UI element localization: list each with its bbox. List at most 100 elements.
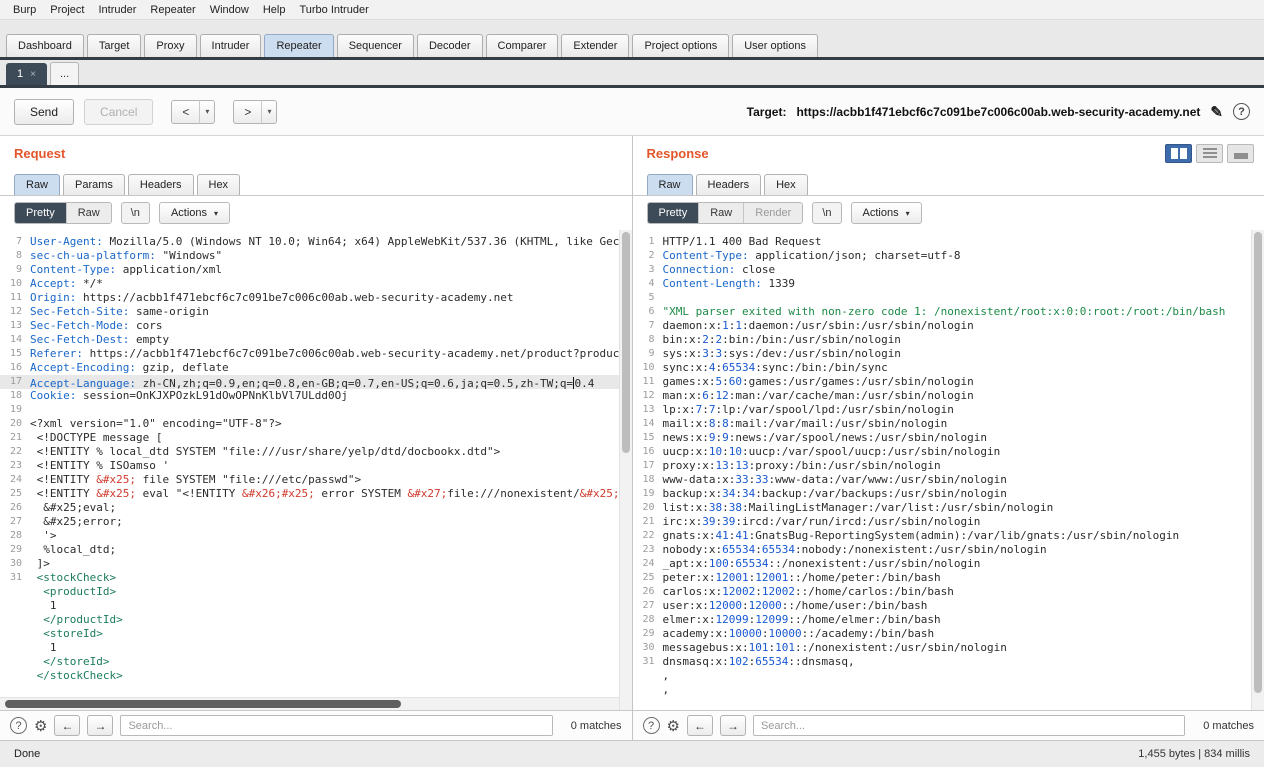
request-horizontal-scrollbar[interactable]	[0, 697, 619, 710]
search-settings-gear-icon[interactable]: ⚙	[34, 717, 47, 735]
res-tab-headers[interactable]: Headers	[696, 174, 762, 195]
search-help-icon[interactable]: ?	[643, 717, 660, 734]
menu-item-window[interactable]: Window	[203, 1, 256, 19]
menu-item-burp[interactable]: Burp	[6, 1, 43, 19]
response-actions-button[interactable]: Actions ▾	[851, 202, 922, 224]
res-view-render[interactable]: Render	[744, 203, 802, 223]
menu-item-project[interactable]: Project	[43, 1, 91, 19]
next-match-button[interactable]: →	[720, 715, 746, 736]
code-line: </productId>	[0, 613, 632, 627]
cancel-button[interactable]: Cancel	[84, 99, 153, 125]
req-view-raw[interactable]: Raw	[67, 203, 111, 223]
layout-single-button[interactable]	[1227, 144, 1254, 163]
history-forward-dropdown-icon[interactable]: ▾	[262, 100, 277, 124]
code-line: 10Accept: */*	[0, 277, 632, 291]
target-label: Target:	[747, 105, 787, 119]
prev-match-button[interactable]: ←	[687, 715, 713, 736]
req-tab-hex[interactable]: Hex	[197, 174, 241, 195]
request-newline-button[interactable]: \n	[121, 202, 150, 224]
line-number: 27	[0, 515, 30, 529]
history-back-dropdown-icon[interactable]: ▾	[200, 100, 215, 124]
code-line: 16uucp:x:10:10:uucp:/var/spool/uucp:/usr…	[633, 445, 1264, 459]
history-forward-button[interactable]: >	[233, 100, 262, 124]
code-line: 3Connection: close	[633, 263, 1264, 277]
line-number: 31	[0, 571, 30, 585]
main-tab-intruder[interactable]: Intruder	[200, 34, 262, 57]
menu-item-repeater[interactable]: Repeater	[143, 1, 202, 19]
request-msg-tabs: RawParamsHeadersHex	[0, 170, 632, 196]
code-line: 19	[0, 403, 632, 417]
request-actions-button[interactable]: Actions ▾	[159, 202, 230, 224]
search-help-icon[interactable]: ?	[10, 717, 27, 734]
req-tab-params[interactable]: Params	[63, 174, 125, 195]
menu-item-intruder[interactable]: Intruder	[92, 1, 144, 19]
res-view-raw[interactable]: Raw	[699, 203, 744, 223]
request-vertical-scrollbar[interactable]	[619, 230, 632, 710]
repeater-tab-overflow[interactable]: ...	[50, 62, 79, 85]
code-line: 25peter:x:12001:12001::/home/peter:/bin/…	[633, 571, 1264, 585]
code-line: 22 <!ENTITY % local_dtd SYSTEM "file:///…	[0, 445, 632, 459]
main-tab-comparer[interactable]: Comparer	[486, 34, 559, 57]
line-number: 9	[633, 347, 663, 361]
main-tab-proxy[interactable]: Proxy	[144, 34, 196, 57]
res-view-pretty[interactable]: Pretty	[648, 203, 700, 223]
next-match-button[interactable]: →	[87, 715, 113, 736]
menu-item-turbo-intruder[interactable]: Turbo Intruder	[292, 1, 375, 19]
req-tab-headers[interactable]: Headers	[128, 174, 194, 195]
code-line: 17proxy:x:13:13:proxy:/bin:/usr/sbin/nol…	[633, 459, 1264, 473]
prev-match-button[interactable]: ←	[54, 715, 80, 736]
help-icon[interactable]: ?	[1233, 103, 1250, 120]
search-input[interactable]	[120, 715, 552, 736]
main-tab-user-options[interactable]: User options	[732, 34, 818, 57]
menu-item-help[interactable]: Help	[256, 1, 293, 19]
req-tab-raw[interactable]: Raw	[14, 174, 60, 195]
history-back-button[interactable]: <	[171, 100, 200, 124]
line-number: 10	[0, 277, 30, 291]
code-line: 26 &#x25;eval;	[0, 501, 632, 515]
response-panel-head: Response	[633, 136, 1264, 170]
main-tab-decoder[interactable]: Decoder	[417, 34, 483, 57]
main-tab-dashboard[interactable]: Dashboard	[6, 34, 84, 57]
res-tab-hex[interactable]: Hex	[764, 174, 808, 195]
req-view-pretty[interactable]: Pretty	[15, 203, 67, 223]
layout-columns-button[interactable]	[1165, 144, 1192, 163]
search-settings-gear-icon[interactable]: ⚙	[667, 717, 680, 735]
code-line: 1	[0, 641, 632, 655]
main-tab-target[interactable]: Target	[87, 34, 142, 57]
code-line: 4Content-Length: 1339	[633, 277, 1264, 291]
main-tab-repeater[interactable]: Repeater	[264, 34, 333, 57]
code-line: 29academy:x:10000:10000::/academy:/bin/b…	[633, 627, 1264, 641]
menu-bar: BurpProjectIntruderRepeaterWindowHelpTur…	[0, 0, 1264, 20]
code-line: 10sync:x:4:65534:sync:/bin:/bin/sync	[633, 361, 1264, 375]
repeater-tab-1[interactable]: 1 ×	[6, 63, 47, 85]
request-editor[interactable]: 7User-Agent: Mozilla/5.0 (Windows NT 10.…	[0, 230, 632, 710]
main-tab-sequencer[interactable]: Sequencer	[337, 34, 414, 57]
target-bar: Target: https://acbb1f471ebcf6c7c091be7c…	[747, 103, 1250, 121]
main-tab-extender[interactable]: Extender	[561, 34, 629, 57]
response-title: Response	[647, 146, 709, 161]
response-newline-button[interactable]: \n	[812, 202, 841, 224]
search-input[interactable]	[753, 715, 1185, 736]
layout-rows-button[interactable]	[1196, 144, 1223, 163]
line-number: 4	[633, 277, 663, 291]
scrollbar-thumb[interactable]	[622, 232, 630, 453]
code-line: </storeId>	[0, 655, 632, 669]
send-button[interactable]: Send	[14, 99, 74, 125]
scrollbar-thumb[interactable]	[5, 700, 401, 708]
line-number: 18	[0, 389, 30, 403]
line-number: 8	[633, 333, 663, 347]
response-editor[interactable]: 1HTTP/1.1 400 Bad Request2Content-Type: …	[633, 230, 1264, 710]
code-line: 12man:x:6:12:man:/var/cache/man:/usr/sbi…	[633, 389, 1264, 403]
code-line: 24 <!ENTITY &#x25; file SYSTEM "file:///…	[0, 473, 632, 487]
code-line: ,	[633, 669, 1264, 683]
main-tab-project-options[interactable]: Project options	[632, 34, 729, 57]
res-tab-raw[interactable]: Raw	[647, 174, 693, 195]
tab-close-icon[interactable]: ×	[30, 69, 36, 80]
edit-target-pencil-icon[interactable]: ✎	[1210, 103, 1223, 121]
code-line: 26carlos:x:12002:12002::/home/carlos:/bi…	[633, 585, 1264, 599]
chevron-down-icon: ▾	[906, 209, 910, 218]
response-vertical-scrollbar[interactable]	[1251, 230, 1264, 710]
response-msg-tabs: RawHeadersHex	[633, 170, 1264, 196]
history-back-group: < ▾	[171, 100, 215, 124]
scrollbar-thumb[interactable]	[1254, 232, 1262, 693]
